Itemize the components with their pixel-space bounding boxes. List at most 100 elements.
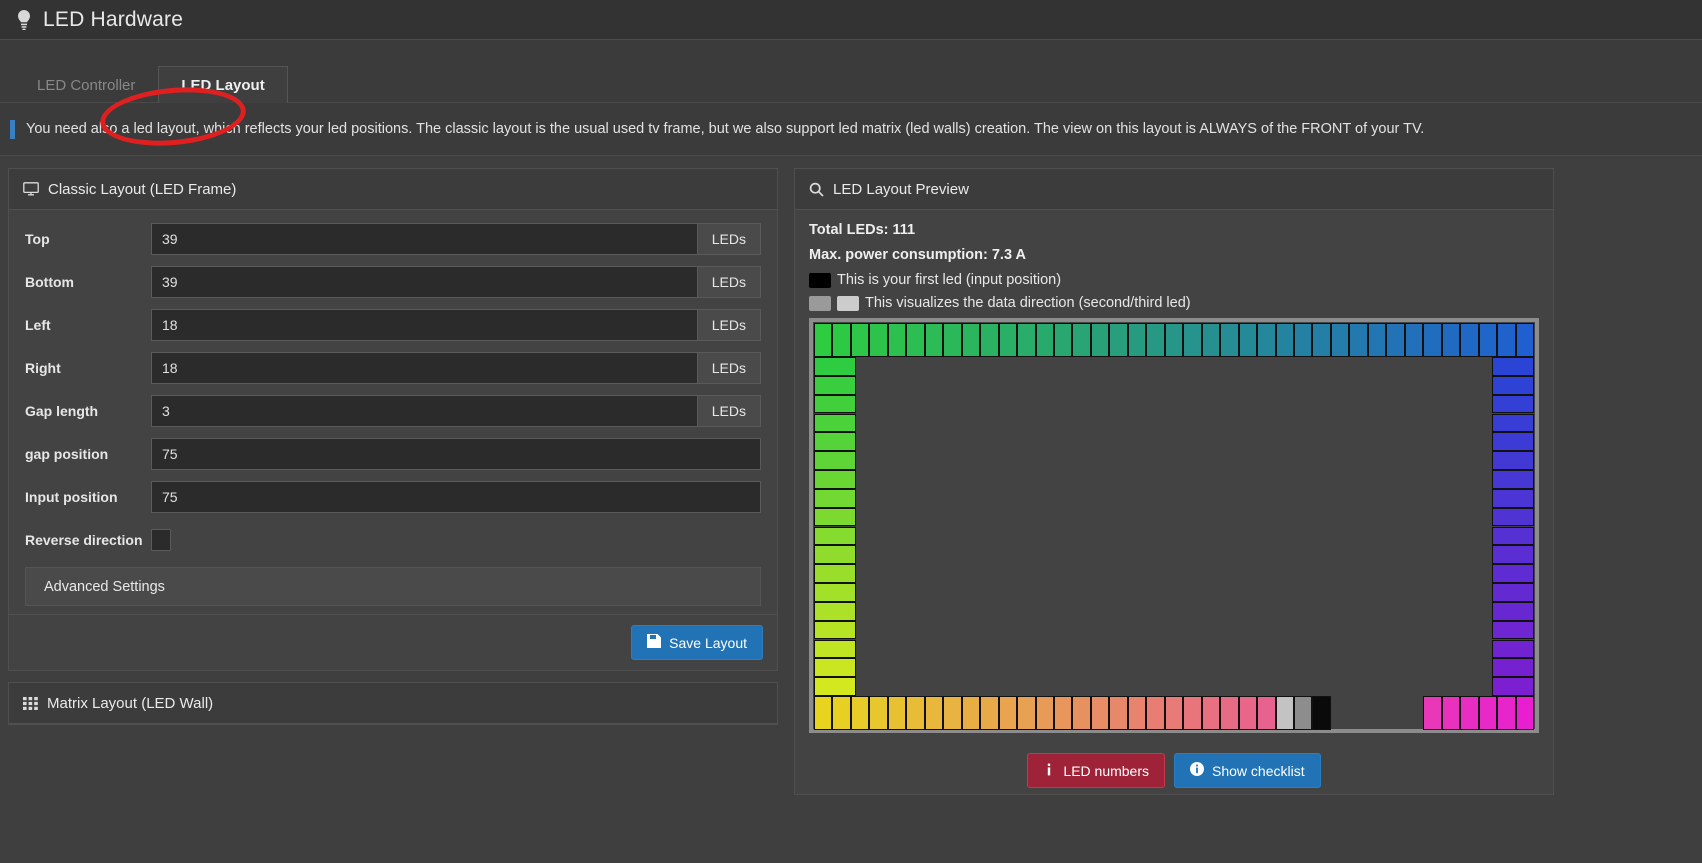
led-cell[interactable] <box>1441 323 1461 357</box>
led-cell[interactable] <box>924 696 944 730</box>
led-cell[interactable] <box>1090 696 1110 730</box>
led-cell[interactable] <box>814 357 856 376</box>
led-cell[interactable] <box>814 507 856 527</box>
led-cell[interactable] <box>814 432 856 452</box>
led-cell[interactable] <box>1054 323 1073 357</box>
led-cell[interactable] <box>887 696 907 730</box>
input-top[interactable] <box>151 223 698 255</box>
led-cell[interactable] <box>1275 696 1294 730</box>
led-cell[interactable] <box>906 323 925 357</box>
led-cell[interactable] <box>998 696 1018 730</box>
led-cell[interactable] <box>1492 545 1534 565</box>
led-cell[interactable] <box>1441 696 1461 730</box>
led-cell[interactable] <box>1294 696 1313 730</box>
led-cell[interactable] <box>1257 323 1276 357</box>
led-cell[interactable] <box>814 677 856 696</box>
led-cell[interactable] <box>1515 696 1534 730</box>
led-cell[interactable] <box>1492 488 1534 508</box>
led-cell[interactable] <box>1460 696 1479 730</box>
led-cell[interactable] <box>1492 620 1534 640</box>
led-cell[interactable] <box>1294 323 1313 357</box>
led-cell[interactable] <box>1423 323 1442 357</box>
led-cell[interactable] <box>943 696 962 730</box>
led-cell[interactable] <box>814 413 856 433</box>
input-left[interactable] <box>151 309 698 341</box>
led-cell[interactable] <box>1349 323 1368 357</box>
save-layout-button[interactable]: Save Layout <box>631 625 763 660</box>
led-cell[interactable] <box>1492 564 1534 583</box>
led-cell[interactable] <box>1127 323 1147 357</box>
led-cell[interactable] <box>1492 583 1534 602</box>
led-cell[interactable] <box>924 323 944 357</box>
led-cell[interactable] <box>1072 696 1091 730</box>
led-cell[interactable] <box>1072 323 1091 357</box>
led-cell[interactable] <box>1492 375 1534 395</box>
led-cell[interactable] <box>814 696 833 730</box>
led-cell[interactable] <box>814 601 856 621</box>
led-cell[interactable] <box>814 658 856 678</box>
input-right[interactable] <box>151 352 698 384</box>
led-cell[interactable] <box>906 696 925 730</box>
led-cell[interactable] <box>814 545 856 565</box>
led-cell[interactable] <box>814 470 856 489</box>
led-cell[interactable] <box>1164 323 1184 357</box>
input-gap-length[interactable] <box>151 395 698 427</box>
led-cell[interactable] <box>1238 323 1258 357</box>
led-cell[interactable] <box>1404 323 1424 357</box>
led-cell[interactable] <box>1220 323 1239 357</box>
led-cell[interactable] <box>1017 323 1036 357</box>
led-cell[interactable] <box>1367 323 1387 357</box>
led-cell[interactable] <box>1238 696 1258 730</box>
led-cell[interactable] <box>1492 470 1534 489</box>
led-cell[interactable] <box>1312 323 1331 357</box>
led-cell[interactable] <box>1220 696 1239 730</box>
matrix-layout-header[interactable]: Matrix Layout (LED Wall) <box>9 683 777 724</box>
led-cell[interactable] <box>1423 696 1442 730</box>
led-cell[interactable] <box>814 583 856 602</box>
led-cell[interactable] <box>814 323 833 357</box>
led-cell[interactable] <box>1109 696 1128 730</box>
led-cell[interactable] <box>1492 507 1534 527</box>
led-cell[interactable] <box>1090 323 1110 357</box>
led-cell[interactable] <box>980 323 999 357</box>
led-cell[interactable] <box>1492 526 1534 546</box>
show-checklist-button[interactable]: Show checklist <box>1174 753 1321 788</box>
led-cell[interactable] <box>1312 696 1331 730</box>
led-cell[interactable] <box>1478 323 1498 357</box>
led-cell[interactable] <box>1164 696 1184 730</box>
led-cell[interactable] <box>1492 432 1534 452</box>
led-cell[interactable] <box>1146 323 1165 357</box>
led-cell[interactable] <box>1478 696 1498 730</box>
led-cell[interactable] <box>814 620 856 640</box>
led-cell[interactable] <box>980 696 999 730</box>
led-cell[interactable] <box>814 526 856 546</box>
led-cell[interactable] <box>1492 601 1534 621</box>
led-cell[interactable] <box>814 564 856 583</box>
led-cell[interactable] <box>1492 357 1534 376</box>
led-cell[interactable] <box>961 323 981 357</box>
led-cell[interactable] <box>1146 696 1165 730</box>
led-cell[interactable] <box>1275 323 1294 357</box>
led-cell[interactable] <box>1109 323 1128 357</box>
led-cell[interactable] <box>1492 413 1534 433</box>
led-cell[interactable] <box>814 451 856 470</box>
led-cell[interactable] <box>869 323 888 357</box>
reverse-direction-checkbox[interactable] <box>151 529 171 551</box>
led-numbers-button[interactable]: LED numbers <box>1027 753 1165 788</box>
led-cell[interactable] <box>1515 323 1534 357</box>
led-cell[interactable] <box>832 323 851 357</box>
led-cell[interactable] <box>1492 394 1534 414</box>
led-cell[interactable] <box>850 696 870 730</box>
led-cell[interactable] <box>1035 323 1054 357</box>
led-cell[interactable] <box>1201 323 1221 357</box>
led-cell[interactable] <box>814 488 856 508</box>
led-cell[interactable] <box>1183 323 1202 357</box>
led-cell[interactable] <box>1257 696 1276 730</box>
led-cell[interactable] <box>1127 696 1147 730</box>
led-cell[interactable] <box>814 375 856 395</box>
matrix-layout-card[interactable]: Matrix Layout (LED Wall) <box>8 682 778 725</box>
led-cell[interactable] <box>1492 658 1534 678</box>
led-cell[interactable] <box>1017 696 1036 730</box>
tab-led-layout[interactable]: LED Layout <box>158 66 288 103</box>
led-cell[interactable] <box>1492 451 1534 470</box>
